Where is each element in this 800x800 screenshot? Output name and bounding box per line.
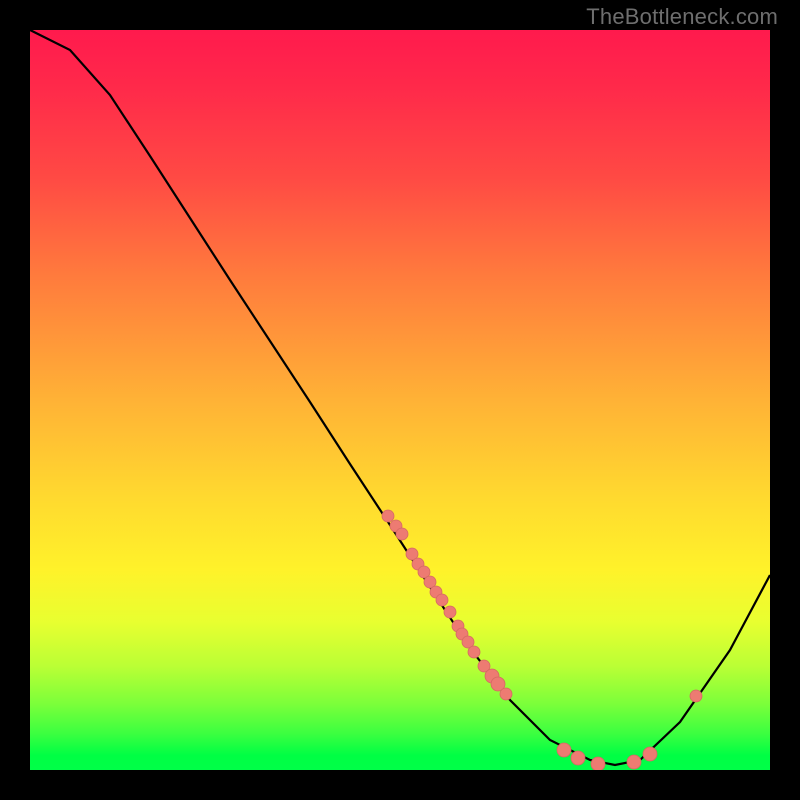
data-point (690, 690, 702, 702)
data-point (382, 510, 394, 522)
chart-frame: TheBottleneck.com (0, 0, 800, 800)
data-point (571, 751, 585, 765)
plot-area (30, 30, 770, 770)
watermark-text: TheBottleneck.com (586, 4, 778, 30)
data-point (643, 747, 657, 761)
data-point (468, 646, 480, 658)
data-point (557, 743, 571, 757)
bottleneck-curve (30, 30, 770, 765)
data-point (436, 594, 448, 606)
data-point (591, 757, 605, 770)
data-point (444, 606, 456, 618)
data-point (396, 528, 408, 540)
data-point (627, 755, 641, 769)
data-point (500, 688, 512, 700)
curve-layer (30, 30, 770, 770)
